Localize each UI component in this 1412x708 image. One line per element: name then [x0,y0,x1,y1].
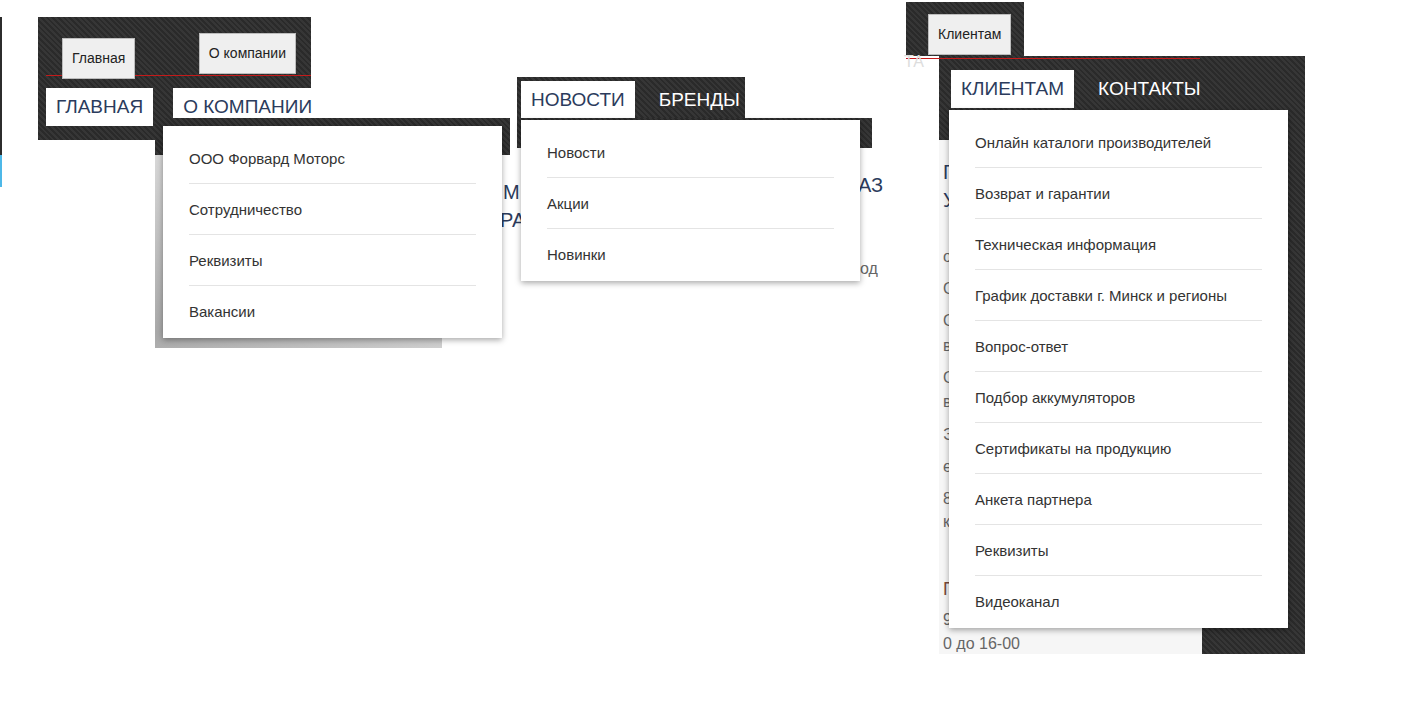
background-text: од [860,259,878,278]
dropdown-item[interactable]: Сертификаты на продукцию [975,423,1262,474]
edge-strip [0,155,2,187]
dropdown-item[interactable]: ООО Форвард Моторс [189,133,476,184]
button-row: ГлавнаяО компании [38,17,311,75]
nav-tab[interactable]: БРЕНДЫ [649,81,750,119]
nav-button[interactable]: О компании [199,33,296,74]
dropdown-item[interactable]: Онлайн каталоги производителей [975,117,1262,168]
nav-bar: НОВОСТИБРЕНДЫ [517,77,745,118]
dropdown-item[interactable]: Возврат и гарантии [975,168,1262,219]
dropdown-item[interactable]: Сотрудничество [189,184,476,235]
dropdown-item[interactable]: Техническая информация [975,219,1262,270]
dropdown-item[interactable]: Вакансии [189,286,476,336]
dropdown-item[interactable]: Реквизиты [189,235,476,286]
dropdown-item[interactable]: Вопрос-ответ [975,321,1262,372]
nav-tab[interactable]: КЛИЕНТАМ [951,70,1074,108]
nav-button[interactable]: Главная [62,38,135,79]
dropdown-item[interactable]: Новинки [547,229,834,279]
divider [906,58,1200,59]
dropdown-item[interactable]: Реквизиты [975,525,1262,576]
dropdown-menu: Онлайн каталоги производителейВозврат и … [949,110,1288,628]
button-row: Клиентам [906,2,1024,56]
edge-strip [0,17,2,155]
background-text: 0 до 16-00 [943,634,1020,653]
background-text: ТА [904,52,924,71]
dropdown-item[interactable]: Новости [547,127,834,178]
background-text: М [503,180,520,204]
dropdown-item[interactable]: Подбор аккумуляторов [975,372,1262,423]
dropdown-item[interactable]: Видеоканал [975,576,1262,626]
dropdown-item[interactable]: График доставки г. Минск и регионы [975,270,1262,321]
nav-button[interactable]: Клиентам [928,14,1011,55]
nav-menu: КлиентамКЛИЕНТАМКОНТАКТЫОнлайн каталоги … [906,2,1305,654]
nav-menu: НОВОСТИБРЕНДЫНовостиАкцииНовинки [517,77,745,118]
dropdown-item[interactable]: Акции [547,178,834,229]
nav-tab[interactable]: КОНТАКТЫ [1088,70,1211,108]
dropdown-menu: НовостиАкцииНовинки [521,120,860,281]
dropdown-item[interactable]: Анкета партнера [975,474,1262,525]
menu-collage: МРААЗодТАГУоООвОвЭе8кГ90 до 16-00Главная… [0,0,1412,708]
dropdown-menu: ООО Форвард МоторсСотрудничествоРеквизит… [163,126,502,338]
background-text: АЗ [858,173,883,197]
nav-tab[interactable]: ГЛАВНАЯ [46,88,153,126]
nav-tab[interactable]: НОВОСТИ [521,81,635,119]
tab-bar: НОВОСТИБРЕНДЫ [521,81,741,119]
